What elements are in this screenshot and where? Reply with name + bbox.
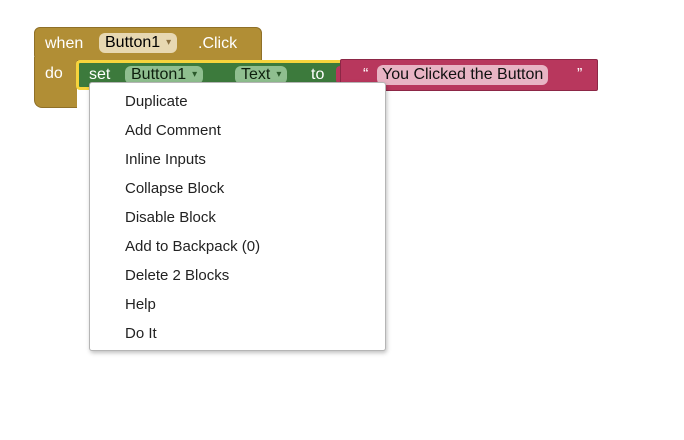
when-keyword: when [45,35,84,52]
component-dropdown-value: Button1 [105,34,161,51]
close-quote: ” [577,66,583,83]
menu-item-do-it[interactable]: Do It [90,319,385,348]
set-component-value: Button1 [131,66,187,83]
component-dropdown[interactable]: Button1 ▾ [99,33,178,53]
string-value-field[interactable]: You Clicked the Button [377,65,549,85]
block-context-menu: Duplicate Add Comment Inline Inputs Coll… [89,82,386,351]
menu-item-delete-blocks[interactable]: Delete 2 Blocks [90,261,385,290]
menu-item-add-to-backpack[interactable]: Add to Backpack (0) [90,232,385,261]
menu-item-inline-inputs[interactable]: Inline Inputs [90,145,385,174]
chevron-down-icon: ▾ [166,37,172,48]
set-property-value: Text [241,66,271,83]
menu-item-disable-block[interactable]: Disable Block [90,203,385,232]
do-keyword: do [45,65,63,82]
menu-item-add-comment[interactable]: Add Comment [90,116,385,145]
blocks-workspace[interactable]: when Button1 ▾ .Click do set Button1 ▾ Tex… [0,0,684,440]
menu-item-help[interactable]: Help [90,290,385,319]
menu-item-duplicate[interactable]: Duplicate [90,87,385,116]
event-name-label: .Click [198,35,238,52]
menu-item-collapse-block[interactable]: Collapse Block [90,174,385,203]
